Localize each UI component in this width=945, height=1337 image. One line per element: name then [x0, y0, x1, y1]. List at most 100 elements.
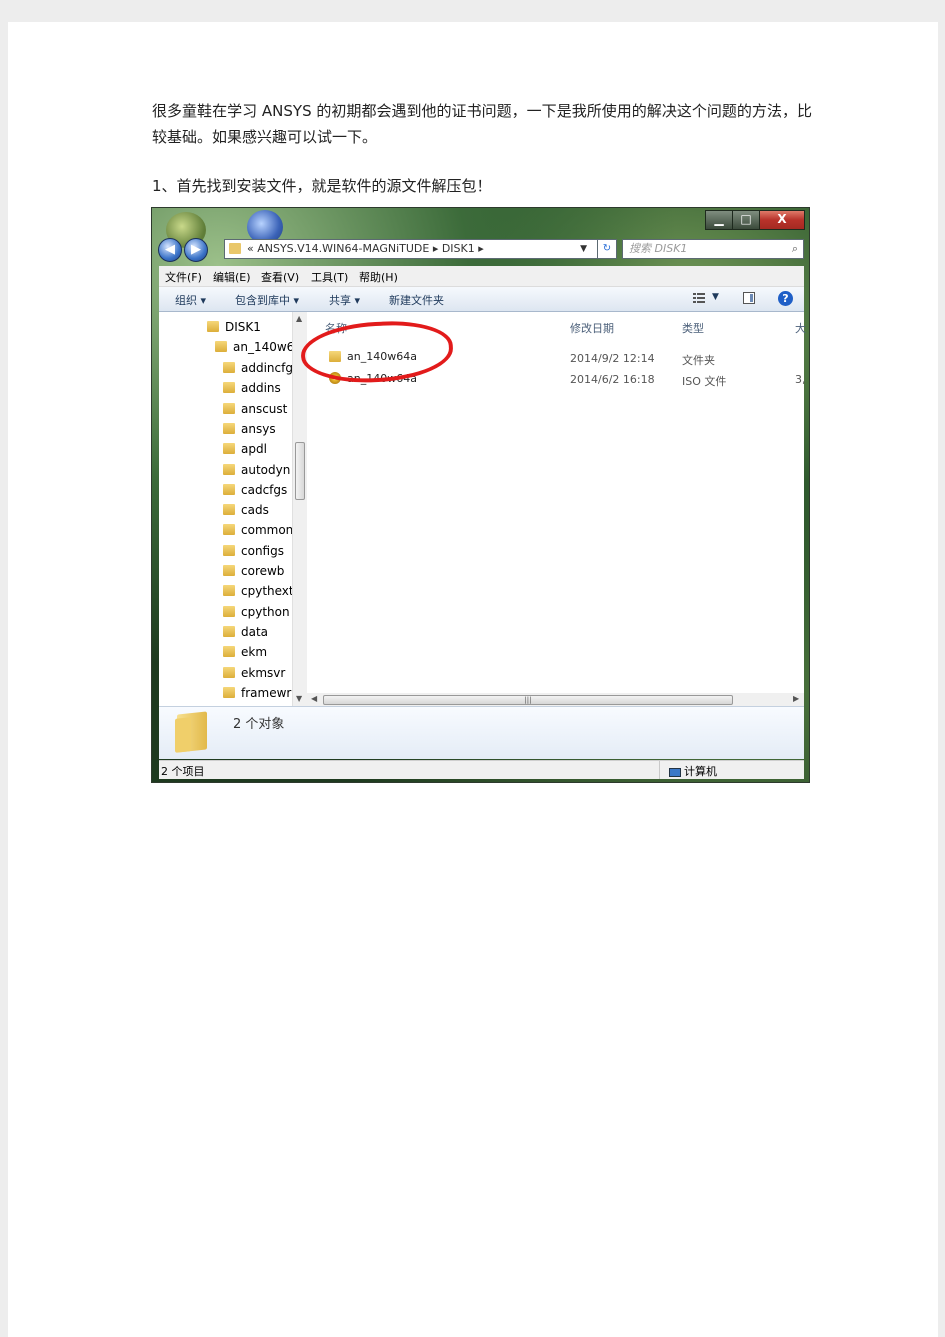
- tree-item-label: apdl: [241, 442, 267, 457]
- object-count: 2 个对象: [233, 717, 285, 732]
- refresh-icon[interactable]: ↻: [597, 239, 617, 259]
- column-header-type[interactable]: 类型: [682, 320, 704, 336]
- tree-item-configs[interactable]: configs: [223, 542, 284, 560]
- tree-item-ansys[interactable]: ansys: [223, 420, 276, 438]
- address-path: « ANSYS.V14.WIN64-MAGNiTUDE ▸ DISK1 ▸: [247, 242, 484, 255]
- menu-tools[interactable]: 工具(T): [311, 269, 348, 285]
- tree-item-apdl[interactable]: apdl: [223, 440, 267, 458]
- scroll-right-icon[interactable]: ▶: [793, 694, 799, 703]
- chevron-down-icon[interactable]: ▼: [580, 240, 587, 258]
- tree-item-ekm[interactable]: ekm: [223, 643, 267, 661]
- new-folder-button[interactable]: 新建文件夹: [389, 292, 444, 308]
- folder-icon: [223, 565, 235, 576]
- tree-item-label: cpythext: [241, 584, 294, 599]
- tree-item-addincfg[interactable]: addincfg: [223, 359, 293, 377]
- status-bar: 2 个项目 计算机: [159, 760, 804, 779]
- scroll-up-icon[interactable]: ▲: [296, 314, 302, 323]
- tree-item-ekmsvr[interactable]: ekmsvr: [223, 664, 285, 682]
- computer-icon: [669, 767, 681, 777]
- tree-item-cadcfgs[interactable]: cadcfgs: [223, 481, 287, 499]
- folder-icon: [207, 321, 219, 332]
- tree-item-anscust[interactable]: anscust: [223, 400, 287, 418]
- tree-item-label: an_140w64: [233, 340, 294, 354]
- folder-icon: [223, 646, 235, 658]
- folder-icon: [215, 341, 227, 352]
- file-type: ISO 文件: [682, 375, 727, 388]
- maximize-button[interactable]: □: [732, 210, 760, 230]
- tree-item-disk1[interactable]: DISK1: [207, 318, 261, 336]
- command-bar: 组织 ▾ 包含到库中 ▾ 共享 ▾ 新建文件夹 ▼ ?: [159, 287, 804, 312]
- folder-icon: [229, 243, 241, 254]
- forward-arrow-icon[interactable]: ▶: [184, 238, 208, 262]
- tree-item-label: configs: [241, 543, 284, 558]
- large-folder-icon: [177, 711, 207, 753]
- tree-item-cpython[interactable]: cpython: [223, 603, 290, 621]
- menu-view[interactable]: 查看(V): [261, 269, 299, 285]
- tree-item-label: data: [241, 624, 269, 639]
- share-button[interactable]: 共享 ▾: [329, 292, 360, 308]
- tree-item-framewrk[interactable]: framewrk: [223, 684, 294, 702]
- details-pane: 2 个对象: [159, 706, 804, 759]
- tree-item-label: ansys: [241, 421, 276, 436]
- folder-icon: [223, 362, 235, 373]
- tree-item-label: DISK1: [225, 320, 261, 334]
- scroll-left-icon[interactable]: ◀: [311, 694, 317, 703]
- folder-icon: [223, 605, 235, 617]
- folder-icon: [223, 483, 235, 495]
- tree-item-common[interactable]: common: [223, 521, 293, 539]
- folder-icon: [223, 504, 235, 516]
- preview-pane-icon[interactable]: [743, 292, 755, 304]
- column-header-size[interactable]: 大: [795, 320, 806, 336]
- column-header-modified[interactable]: 修改日期: [570, 320, 614, 336]
- folder-icon: [223, 382, 235, 394]
- tree-scrollbar[interactable]: ▲ ▼: [292, 312, 307, 706]
- tree-item-cpythext[interactable]: cpythext: [223, 582, 294, 600]
- address-bar[interactable]: « ANSYS.V14.WIN64-MAGNiTUDE ▸ DISK1 ▸ ▼: [224, 239, 608, 259]
- scrollbar-thumb[interactable]: [295, 442, 305, 500]
- folder-icon: [223, 686, 235, 698]
- search-icon[interactable]: ⌕: [792, 240, 798, 258]
- view-options-icon[interactable]: [692, 291, 706, 305]
- close-button[interactable]: X: [759, 210, 805, 230]
- tree-item-label: cads: [241, 503, 269, 518]
- status-item-count: 2 个项目: [161, 765, 205, 778]
- status-computer: 计算机: [669, 763, 717, 779]
- tree-item-label: autodyn: [241, 462, 291, 477]
- minimize-button[interactable]: ▁: [705, 210, 733, 230]
- help-icon[interactable]: ?: [778, 291, 793, 306]
- menu-file[interactable]: 文件(F): [165, 269, 202, 285]
- tree-item-label: addins: [241, 381, 281, 396]
- folder-icon: [223, 666, 235, 678]
- back-arrow-icon[interactable]: ◀: [158, 238, 182, 262]
- window-controls: ▁ □ X: [705, 210, 805, 230]
- menu-help[interactable]: 帮助(H): [359, 269, 398, 285]
- scroll-down-icon[interactable]: ▼: [296, 694, 302, 703]
- menu-edit[interactable]: 编辑(E): [213, 269, 251, 285]
- folder-icon: [223, 463, 235, 475]
- folder-icon: [223, 422, 235, 434]
- search-placeholder: 搜索 DISK1: [629, 242, 688, 255]
- file-modified: 2014/6/2 16:18: [570, 373, 655, 386]
- tree-item-cads[interactable]: cads: [223, 501, 269, 519]
- tree-item-label: anscust: [241, 401, 288, 416]
- tree-item-label: cadcfgs: [241, 482, 288, 497]
- tree-item-data[interactable]: data: [223, 623, 268, 641]
- tree-item-corewb[interactable]: corewb: [223, 562, 284, 580]
- tree-item-label: addincfg: [241, 361, 293, 375]
- folder-icon: [223, 524, 235, 536]
- include-in-library-button[interactable]: 包含到库中 ▾: [235, 292, 299, 308]
- file-list: 名称 修改日期 类型 大 an_140w64a 2014/9/2 12:14 文…: [299, 312, 806, 706]
- file-size: 3,: [795, 373, 806, 386]
- view-dropdown-icon[interactable]: ▼: [712, 292, 719, 302]
- tree-item-label: common: [241, 523, 294, 538]
- status-divider: [659, 761, 660, 779]
- navigation-tree: DISK1 an_140w64 addincfg addins anscust ans…: [159, 312, 294, 706]
- folder-icon: [223, 625, 235, 637]
- organize-button[interactable]: 组织 ▾: [175, 292, 206, 308]
- intro-paragraph: 很多童鞋在学习 ANSYS 的初期都会遇到他的证书问题，一下是我所使用的解决这个…: [152, 102, 812, 146]
- tree-item-autodyn[interactable]: autodyn: [223, 461, 290, 479]
- scrollbar-thumb[interactable]: |||: [323, 695, 733, 705]
- search-input[interactable]: 搜索 DISK1 ⌕: [622, 239, 804, 259]
- tree-item-an140w64[interactable]: an_140w64: [215, 338, 294, 356]
- tree-item-addins[interactable]: addins: [223, 379, 281, 397]
